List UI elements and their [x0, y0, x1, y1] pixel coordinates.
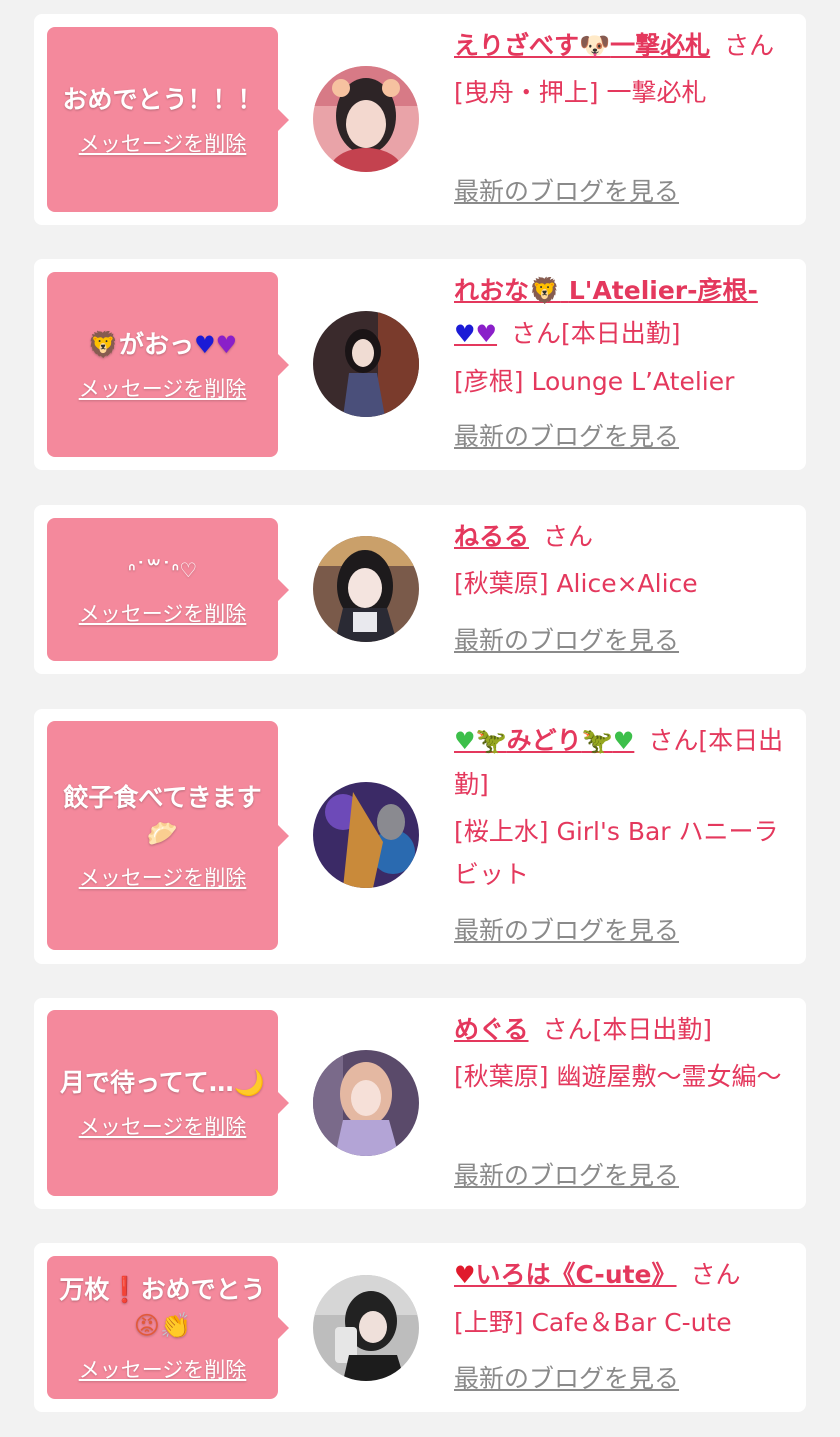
- san-label: さん: [724, 31, 775, 60]
- avatar-photo: [313, 782, 419, 888]
- pouting-face-emoji-icon: 😡: [133, 1310, 160, 1340]
- avatar-photo: [313, 536, 419, 642]
- green-heart-icon: ♥: [454, 727, 476, 755]
- latest-blog-link[interactable]: 最新のブログを見る: [454, 1359, 679, 1395]
- status-label: [本日出勤]: [561, 319, 681, 348]
- delete-message-link[interactable]: メッセージを削除: [79, 128, 247, 158]
- cast-avatar[interactable]: [313, 1050, 419, 1156]
- green-heart-icon: ♥: [612, 727, 635, 755]
- message-card: おめでとう！！！ メッセージを削除 えりざべす🐶一撃必札 さん [曳舟・押上] 一…: [34, 14, 806, 225]
- latest-blog-link[interactable]: 最新のブログを見る: [454, 911, 679, 947]
- avatar-photo: [313, 1050, 419, 1156]
- message-card: 月で待ってて…🌙 メッセージを削除 めぐる さん[本日出勤] [秋葉原] 幽遊屋敷…: [34, 998, 806, 1209]
- cast-avatar[interactable]: [313, 782, 419, 888]
- cast-avatar[interactable]: [313, 311, 419, 417]
- message-card: 万枚❗おめでとう 😡👏 メッセージを削除 ♥いろは《C-ute》 さん [上野] C…: [34, 1243, 806, 1412]
- cast-avatar[interactable]: [313, 66, 419, 172]
- shop-name: [秋葉原] 幽遊屋敷～霊女編～: [454, 1062, 782, 1091]
- blue-heart-icon: ♥: [194, 330, 216, 359]
- delete-message-link[interactable]: メッセージを削除: [79, 862, 247, 892]
- message-bubble: おめでとう！！！ メッセージを削除: [47, 27, 289, 212]
- message-bubble: 月で待ってて…🌙 メッセージを削除: [47, 1010, 289, 1196]
- message-text: 万枚❗おめでとう 😡👏: [59, 1274, 266, 1340]
- message-text: おめでとう！！！: [62, 84, 263, 114]
- shop-name: [桜上水] Girl's Bar ハニーラビット: [454, 817, 779, 889]
- clapping-hands-emoji-icon: 👏: [159, 1310, 192, 1340]
- cast-name-link[interactable]: めぐる: [454, 1015, 529, 1044]
- san-label: さん: [543, 522, 594, 551]
- cast-info: れおな🦁 L'Atelier-彦根-♥♥ さん[本日出勤] [彦根] Lounge…: [454, 269, 796, 403]
- message-bubble: ᐢ˙꒳˙ᐢ♡ メッセージを削除: [47, 518, 289, 661]
- message-list: おめでとう！！！ メッセージを削除 えりざべす🐶一撃必札 さん [曳舟・押上] 一…: [0, 0, 840, 1437]
- avatar-photo: [313, 66, 419, 172]
- dumpling-emoji-icon: 🥟: [146, 818, 179, 848]
- cast-avatar[interactable]: [313, 1275, 419, 1381]
- dinosaur-emoji-icon: 🦖: [475, 726, 507, 755]
- cast-avatar[interactable]: [313, 536, 419, 642]
- shop-name: [上野] Cafe＆Bar C-ute: [454, 1308, 732, 1337]
- purple-heart-icon: ♥: [215, 330, 238, 359]
- message-bubble: 🦁がおっ♥♥ メッセージを削除: [47, 272, 289, 457]
- delete-message-link[interactable]: メッセージを削除: [79, 1354, 247, 1384]
- message-card: 餃子食べてきます 🥟 メッセージを削除 ♥🦖みどり🦖♥ さん[本日出勤] [桜上水]…: [34, 709, 806, 964]
- delete-message-link[interactable]: メッセージを削除: [79, 1111, 247, 1141]
- message-card: ᐢ˙꒳˙ᐢ♡ メッセージを削除 ねるる さん [秋葉原] Alice×Alice …: [34, 505, 806, 674]
- cast-info: ♥いろは《C-ute》 さん [上野] Cafe＆Bar C-ute: [454, 1253, 796, 1344]
- san-label: さん: [542, 1015, 593, 1044]
- cast-name-link[interactable]: ねるる: [454, 522, 529, 551]
- purple-heart-icon: ♥: [475, 320, 498, 348]
- message-bubble: 餃子食べてきます 🥟 メッセージを削除: [47, 721, 289, 950]
- cast-info: ♥🦖みどり🦖♥ さん[本日出勤] [桜上水] Girl's Bar ハニーラビット: [454, 719, 796, 896]
- status-label: [本日出勤]: [592, 1015, 713, 1044]
- latest-blog-link[interactable]: 最新のブログを見る: [454, 172, 679, 208]
- message-text: ᐢ˙꒳˙ᐢ♡: [127, 557, 198, 582]
- lion-emoji-icon: 🦁: [529, 276, 561, 305]
- avatar-photo: [313, 1275, 419, 1381]
- message-card: 🦁がおっ♥♥ メッセージを削除 れおな🦁 L'Atelier-彦根-♥♥ さん[本…: [34, 259, 806, 470]
- shop-name: [彦根] Lounge L’Atelier: [454, 367, 735, 396]
- red-heart-icon: ♥: [454, 1261, 476, 1289]
- cast-name-link[interactable]: ♥いろは《C-ute》: [454, 1260, 677, 1289]
- blue-heart-icon: ♥: [454, 320, 476, 348]
- latest-blog-link[interactable]: 最新のブログを見る: [454, 417, 679, 453]
- dog-emoji-icon: 🐶: [579, 31, 611, 60]
- san-label: さん: [690, 1260, 741, 1289]
- message-bubble: 万枚❗おめでとう 😡👏 メッセージを削除: [47, 1256, 289, 1399]
- cast-info: めぐる さん[本日出勤] [秋葉原] 幽遊屋敷～霊女編～: [454, 1008, 796, 1098]
- message-text: 🦁がおっ♥♥: [87, 329, 238, 359]
- delete-message-link[interactable]: メッセージを削除: [79, 598, 247, 628]
- cast-info: えりざべす🐶一撃必札 さん [曳舟・押上] 一撃必札: [454, 24, 796, 114]
- message-text: 月で待ってて…🌙: [60, 1068, 265, 1097]
- cast-name-link[interactable]: えりざべす🐶一撃必札: [454, 31, 710, 60]
- lion-emoji-icon: 🦁: [87, 329, 120, 359]
- shop-name: [曳舟・押上] 一撃必札: [454, 78, 707, 107]
- exclamation-emoji-icon: ❗: [109, 1274, 141, 1304]
- avatar-photo: [313, 311, 419, 417]
- shop-name: [秋葉原] Alice×Alice: [454, 569, 698, 598]
- san-label: さん: [648, 726, 699, 755]
- latest-blog-link[interactable]: 最新のブログを見る: [454, 1156, 679, 1192]
- latest-blog-link[interactable]: 最新のブログを見る: [454, 621, 679, 657]
- message-text: 餃子食べてきます 🥟: [63, 782, 262, 848]
- delete-message-link[interactable]: メッセージを削除: [79, 373, 247, 403]
- moon-emoji-icon: 🌙: [233, 1068, 265, 1097]
- dinosaur-emoji-icon: 🦖: [581, 726, 613, 755]
- cast-name-link[interactable]: ♥🦖みどり🦖♥: [454, 726, 634, 755]
- cast-info: ねるる さん [秋葉原] Alice×Alice: [454, 515, 796, 605]
- san-label: さん: [511, 319, 562, 348]
